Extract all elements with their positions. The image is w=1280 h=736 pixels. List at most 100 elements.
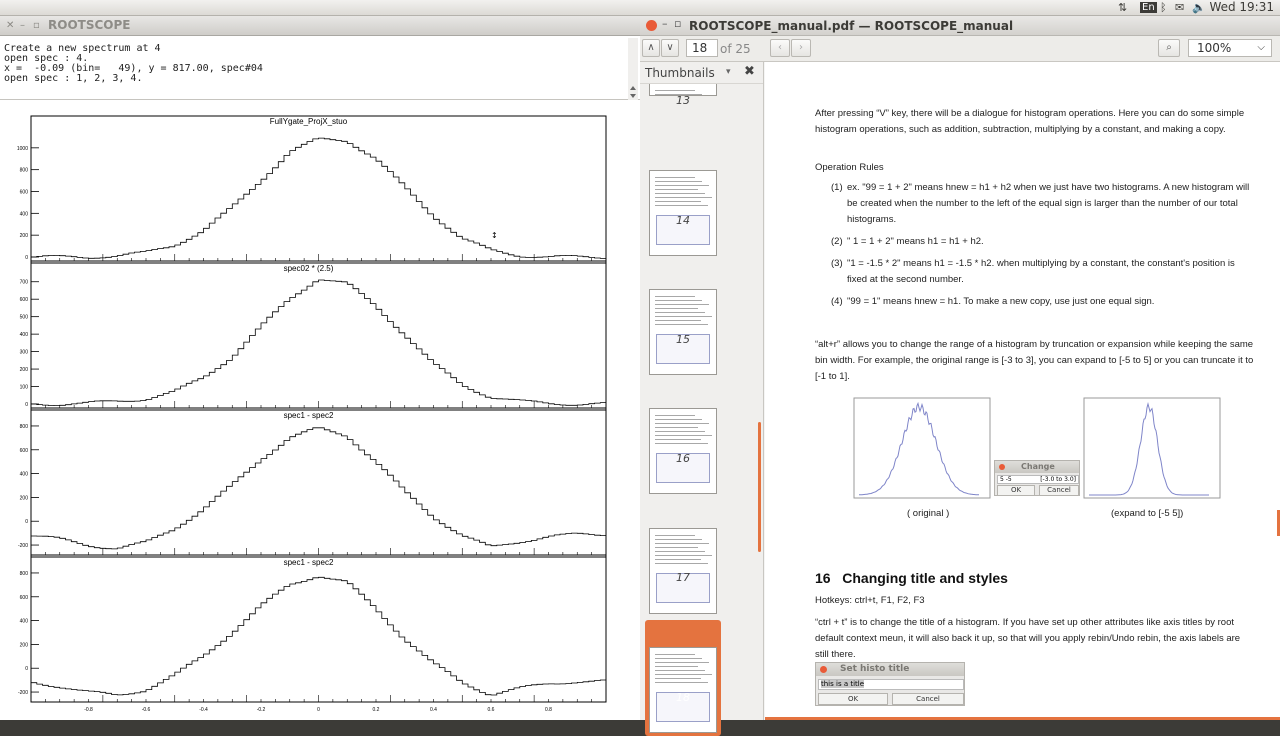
console-output[interactable]: Create a new spectrum at 4 open spec : 4… xyxy=(0,38,640,100)
histogram-title: FullYgate_ProjX_stuo xyxy=(270,117,348,126)
network-icon[interactable]: ⇅ xyxy=(1118,1,1127,14)
change-histo-dialog: Change histo 5 -5 [-3.0 to 3.0] OK Cance… xyxy=(994,460,1080,496)
canvas-frame xyxy=(30,115,607,703)
y-tick-label: 200 xyxy=(20,367,29,373)
sidebar-title[interactable]: Thumbnails xyxy=(645,66,715,80)
page-thumbnail[interactable] xyxy=(649,289,717,375)
title-input: this is a title xyxy=(821,680,865,688)
y-tick-label: 800 xyxy=(20,168,29,174)
operation-rules-heading: Operation Rules xyxy=(815,162,884,173)
dialog-title: Change histo xyxy=(995,461,1079,483)
console-scrollbar[interactable] xyxy=(628,38,638,100)
y-tick-label: 0 xyxy=(25,255,28,261)
y-tick-label: 700 xyxy=(20,280,29,286)
histogram-title: spec1 - spec2 xyxy=(284,411,334,420)
figure-frame xyxy=(1083,397,1221,499)
history-forward-button[interactable]: › xyxy=(791,39,811,57)
cancel-button: Cancel xyxy=(1039,485,1079,496)
minimize-icon[interactable]: – xyxy=(20,21,25,31)
histogram-title: spec02 * (2.5) xyxy=(284,264,334,273)
console-line: Create a new spectrum at 4 xyxy=(4,43,161,54)
minimize-icon[interactable]: – xyxy=(662,18,668,29)
rule-text: ex. "99 = 1 + 2" means hnew = h1 + h2 wh… xyxy=(847,182,1250,225)
paragraph: “alt+r” allows you to change the range o… xyxy=(815,339,1254,382)
figure-frame xyxy=(853,397,991,499)
sidebar-scrollbar[interactable] xyxy=(758,422,761,552)
clock[interactable]: Wed 19:31 xyxy=(1209,0,1274,14)
sidebar-header: Thumbnails ▾ ✖ xyxy=(640,62,763,84)
mail-icon[interactable]: ✉ xyxy=(1175,1,1184,14)
rule-text: " 1 = 1 + 2" means h1 = h1 + h2. xyxy=(847,236,984,247)
figure-caption: ( original ) xyxy=(907,508,950,519)
x-tick-label: 0.8 xyxy=(545,707,552,713)
y-tick-label: -200 xyxy=(18,543,28,549)
x-tick-label: 0.4 xyxy=(430,707,437,713)
keyboard-icon[interactable]: En xyxy=(1140,2,1157,13)
ok-button: OK xyxy=(818,693,888,705)
bluetooth-icon[interactable]: ᛒ xyxy=(1160,1,1167,14)
document-page[interactable]: After pressing “V” key, there will be a … xyxy=(765,62,1280,720)
y-tick-label: 200 xyxy=(20,495,29,501)
page-thumbnail[interactable] xyxy=(649,647,717,733)
rootscope-titlebar: ✕ – ▫ ROOTSCOPE xyxy=(0,16,640,36)
y-tick-label: 400 xyxy=(20,619,29,625)
histogram-canvas[interactable]: FullYgate_ProjX_stuo02004006008001000spe… xyxy=(0,102,640,720)
console-line: open spec : 1, 2, 3, 4. xyxy=(4,73,143,84)
thumbnail-page-number: 15 xyxy=(676,333,690,346)
search-icon[interactable]: ⌕ xyxy=(1158,39,1180,57)
zoom-select[interactable]: 100% ⌵ xyxy=(1188,39,1272,57)
chevron-down-icon: ⌵ xyxy=(1257,42,1265,53)
histogram-line xyxy=(31,427,606,550)
y-tick-label: 500 xyxy=(20,315,29,321)
y-tick-label: 0 xyxy=(25,402,28,408)
y-tick-label: 400 xyxy=(20,211,29,217)
zoom-value: 100% xyxy=(1197,41,1232,55)
y-tick-label: 600 xyxy=(20,595,29,601)
top-panel: ⇅ En ᛒ ✉ 🔈 Wed 19:31 xyxy=(0,0,1280,16)
thumbnail-page-number: 13 xyxy=(676,94,690,107)
volume-icon[interactable]: 🔈 xyxy=(1192,1,1206,14)
page-thumbnail[interactable] xyxy=(649,408,717,494)
paragraph: After pressing “V” key, there will be a … xyxy=(815,108,1245,135)
x-tick-label: -0.8 xyxy=(84,707,93,713)
histogram-line xyxy=(31,279,606,406)
history-back-button[interactable]: ‹ xyxy=(770,39,790,57)
figure-caption: (expand to [-5 5]) xyxy=(1111,508,1184,519)
rule-number: (3) xyxy=(831,258,843,269)
rule-text: "1 = -1.5 * 2" means h1 = -1.5 * h2. whe… xyxy=(847,258,1235,285)
cursor-icon: ↕ xyxy=(491,231,498,240)
page-total: of 25 xyxy=(720,42,751,56)
y-tick-label: 400 xyxy=(20,332,29,338)
x-tick-label: 0.2 xyxy=(373,707,380,713)
y-tick-label: 100 xyxy=(20,385,29,391)
y-tick-label: 400 xyxy=(20,472,29,478)
x-tick-label: 0 xyxy=(317,707,320,713)
rule-number: (4) xyxy=(831,296,843,307)
y-tick-label: -200 xyxy=(18,690,28,696)
cancel-button: Cancel xyxy=(892,693,964,705)
y-tick-label: 0 xyxy=(25,519,28,525)
range-hint: [-3.0 to 3.0] xyxy=(1040,476,1076,483)
page-thumbnail[interactable] xyxy=(649,170,717,256)
y-tick-label: 600 xyxy=(20,297,29,303)
prev-page-button[interactable]: ∧ xyxy=(642,39,660,57)
page-number-input[interactable]: 18 xyxy=(686,39,718,57)
maximize-icon[interactable]: ▫ xyxy=(33,21,40,31)
y-tick-label: 200 xyxy=(20,642,29,648)
histogram-line xyxy=(31,137,606,259)
hotkeys-line: Hotkeys: ctrl+t, F1, F2, F3 xyxy=(815,595,925,606)
y-tick-label: 600 xyxy=(20,190,29,196)
close-icon[interactable]: ✖ xyxy=(744,64,755,79)
x-tick-label: -0.2 xyxy=(257,707,266,713)
close-icon[interactable]: ✕ xyxy=(6,21,14,31)
pdf-toolbar: ∧ ∨ 18 of 25 ‹ › ⌕ 100% ⌵ xyxy=(640,36,1280,62)
chevron-down-icon[interactable]: ▾ xyxy=(726,67,731,77)
thumbnail-page-number: 17 xyxy=(676,571,690,584)
maximize-icon[interactable]: ▫ xyxy=(674,18,681,29)
histogram-line xyxy=(31,576,606,696)
close-icon[interactable] xyxy=(646,20,657,31)
window-title: ROOTSCOPE xyxy=(48,18,131,32)
next-page-button[interactable]: ∨ xyxy=(661,39,679,57)
thumbnail-page-number: 14 xyxy=(676,214,690,227)
x-tick-label: -0.4 xyxy=(199,707,208,713)
